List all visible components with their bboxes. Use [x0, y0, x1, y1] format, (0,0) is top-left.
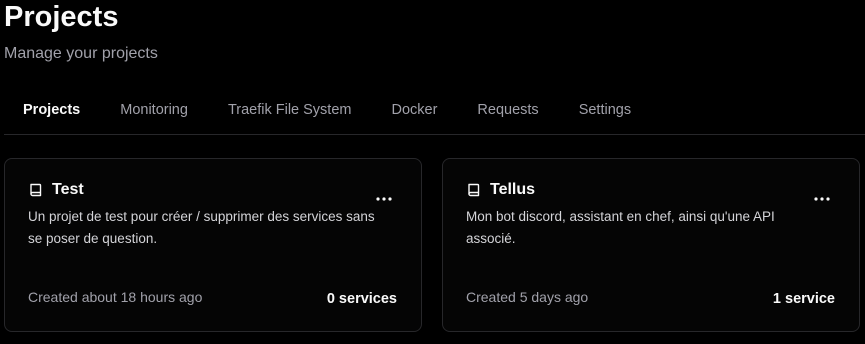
tab-requests[interactable]: Requests	[457, 88, 558, 133]
project-card-tellus[interactable]: Tellus Mon bot discord, assistant en che…	[442, 158, 860, 332]
ellipsis-icon	[814, 197, 830, 201]
project-name: Tellus	[490, 181, 536, 198]
tab-settings[interactable]: Settings	[559, 88, 651, 133]
book-icon	[28, 182, 44, 198]
page-subtitle: Manage your projects	[4, 45, 158, 62]
project-created: Created about 18 hours ago	[28, 289, 203, 305]
project-card-header: Test	[28, 181, 84, 199]
more-options-button[interactable]	[373, 193, 395, 205]
project-services-count: 1 service	[772, 291, 835, 307]
tab-monitoring[interactable]: Monitoring	[100, 88, 208, 133]
project-services-count: 0 services	[326, 291, 397, 307]
more-options-button[interactable]	[811, 193, 833, 205]
ellipsis-icon	[376, 197, 392, 201]
tab-bar: Projects Monitoring Traefik File System …	[4, 88, 865, 135]
project-created: Created 5 days ago	[466, 289, 589, 305]
project-card-test[interactable]: Test Un projet de test pour créer / supp…	[4, 158, 422, 332]
project-name: Test	[52, 181, 84, 198]
tab-docker[interactable]: Docker	[371, 88, 457, 133]
project-description: Un projet de test pour créer / supprimer…	[28, 209, 375, 246]
page-title: Projects	[4, 1, 119, 33]
tab-projects[interactable]: Projects	[4, 88, 100, 133]
book-icon	[466, 182, 482, 198]
project-description: Mon bot discord, assistant en chef, ains…	[466, 209, 775, 246]
project-card-header: Tellus	[466, 181, 535, 199]
tab-traefik-file-system[interactable]: Traefik File System	[208, 88, 372, 133]
